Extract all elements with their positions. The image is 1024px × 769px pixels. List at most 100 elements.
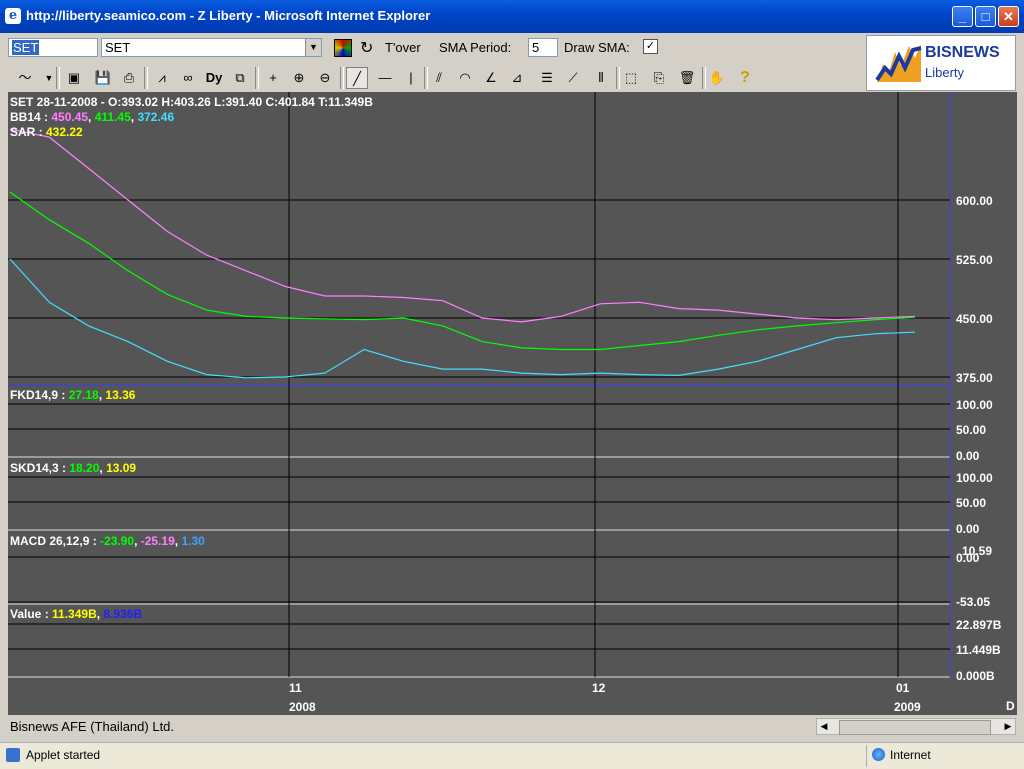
sar-label: SAR :	[10, 125, 46, 139]
skd-tick: 50.00	[956, 496, 986, 510]
zone-label: Internet	[890, 748, 931, 762]
help-icon[interactable]: ?	[734, 67, 756, 89]
svg-text:SKD14,3 : 18.20, 13.09: SKD14,3 : 18.20, 13.09	[10, 461, 136, 475]
status-text: Applet started	[26, 748, 101, 762]
scroll-right-icon[interactable]: ▶	[1001, 719, 1015, 734]
value-value-1: 11.349B	[52, 607, 97, 621]
bb-series-line-1	[9, 191, 916, 351]
x-month-label: 11	[289, 681, 302, 695]
x-year-label: 2008	[289, 700, 316, 714]
applet-icon	[6, 748, 20, 762]
fkd-value-1: 27.18	[69, 388, 99, 402]
value-value-2: 8.936B	[103, 607, 142, 621]
bb-series-line-0	[9, 128, 916, 323]
fkd-tick: 0.00	[956, 449, 980, 463]
dy-icon[interactable]: Dy	[203, 67, 225, 89]
minimize-button[interactable]: _	[952, 6, 973, 27]
fan-icon[interactable]: ∠	[480, 67, 502, 89]
line-style-icon[interactable]: 〜	[14, 67, 36, 89]
fkd-label: FKD14,9 :	[10, 388, 69, 402]
fkd-tick: 100.00	[956, 398, 993, 412]
macd-value-2: -25.19	[141, 534, 175, 548]
horizontal-line-icon[interactable]: —	[374, 67, 396, 89]
company-label: Bisnews AFE (Thailand) Ltd.	[10, 719, 175, 734]
bb-upper-value: 450.45	[51, 110, 88, 124]
price-tick: 600.00	[956, 194, 993, 208]
stock-chart[interactable]: 600.00 525.00 450.00 375.00 100.00 50.00…	[8, 92, 1017, 715]
value-tick: 11.449B	[956, 643, 1001, 657]
symbol-input[interactable]: SET	[8, 38, 98, 57]
color-grid-icon[interactable]	[334, 39, 352, 57]
horizontal-scrollbar[interactable]: ◀ ▶	[816, 718, 1016, 735]
vertical-line-icon[interactable]: |	[400, 67, 422, 89]
macd-label: MACD 26,12,9 :	[10, 534, 100, 548]
speed-line-icon[interactable]: ⊿	[506, 67, 528, 89]
bisnews-logo: BISNEWS Liberty	[866, 35, 1016, 91]
trendline-icon[interactable]: ╱	[346, 67, 368, 89]
svg-text:FKD14,9 : 27.18, 13.36: FKD14,9 : 27.18, 13.36	[10, 388, 136, 402]
macd-tick: 0.00	[956, 551, 980, 565]
price-tick: 375.00	[956, 371, 993, 385]
open-chart-icon[interactable]: ▣	[63, 67, 85, 89]
value-label: Value :	[10, 607, 52, 621]
bb-label: BB14 :	[10, 110, 51, 124]
globe-icon	[872, 748, 885, 761]
arc-icon[interactable]: ◠	[454, 67, 476, 89]
maximize-button[interactable]: □	[975, 6, 996, 27]
fkd-value-2: 13.36	[105, 388, 135, 402]
skd-tick: 100.00	[956, 471, 993, 485]
value-tick: 0.000B	[956, 669, 995, 683]
svg-text:Value : 11.349B, 8.936B: Value : 11.349B, 8.936B	[10, 607, 142, 621]
skd-tick: 0.00	[956, 522, 980, 536]
x-month-label: 01	[896, 681, 910, 695]
save-icon[interactable]: 💾	[92, 67, 114, 89]
status-bar: Applet started Internet	[0, 742, 1024, 769]
crosshair-icon[interactable]: +	[262, 67, 284, 89]
delete-all-icon[interactable]: 🗑	[676, 67, 698, 89]
ie-icon: e	[5, 8, 21, 24]
draw-sma-checkbox[interactable]: ✓	[643, 39, 658, 54]
logo-text: BISNEWS	[925, 44, 1000, 61]
indicator-icon[interactable]: ⩘	[151, 67, 173, 89]
print-icon[interactable]: ⎙	[118, 67, 140, 89]
window-icon[interactable]: ⧉	[229, 67, 251, 89]
window-title-bar: e http://liberty.seamico.com - Z Liberty…	[0, 0, 1024, 33]
channel-icon[interactable]: ⫽	[428, 67, 450, 89]
close-button[interactable]: ✕	[998, 6, 1019, 27]
value-tick: 22.897B	[956, 618, 1002, 632]
price-header: SET 28-11-2008 - O:393.02 H:403.26 L:391…	[10, 95, 373, 109]
symbol-select[interactable]: SET ▼	[101, 38, 322, 57]
select-icon[interactable]: ⬚	[620, 67, 642, 89]
sma-period-input[interactable]: 5	[528, 38, 558, 57]
macd-value-1: -23.90	[100, 534, 134, 548]
gann-icon[interactable]: ⟋	[562, 67, 584, 89]
price-tick: 450.00	[956, 312, 993, 326]
scroll-thumb[interactable]	[839, 720, 991, 735]
zoom-in-icon[interactable]: ⊕	[288, 67, 310, 89]
tover-label[interactable]: T'over	[385, 40, 421, 55]
hand-icon[interactable]: ✋	[706, 67, 728, 89]
svg-text:MACD 26,12,9 : -23.90, -25.19,: MACD 26,12,9 : -23.90, -25.19, 1.30	[10, 534, 205, 548]
svg-text:SAR : 432.22: SAR : 432.22	[10, 125, 83, 139]
sar-value: 432.22	[46, 125, 83, 139]
x-year-label: 2009	[894, 700, 921, 714]
macd-value-3: 1.30	[181, 534, 205, 548]
x-unit-label: D	[1006, 699, 1015, 713]
draw-sma-label: Draw SMA:	[564, 40, 630, 55]
skd-value-1: 18.20	[69, 461, 99, 475]
macd-tick: -53.05	[956, 595, 990, 609]
chevron-down-icon[interactable]: ▼	[305, 39, 321, 56]
copy-icon[interactable]: ⎘	[648, 67, 670, 89]
bb-mid-value: 411.45	[95, 110, 131, 124]
cycle-icon[interactable]: ⦀	[590, 67, 612, 89]
fibonacci-icon[interactable]: ☰	[536, 67, 558, 89]
refresh-icon[interactable]: ↻	[360, 38, 373, 58]
price-tick: 525.00	[956, 253, 993, 267]
bb-lower-value: 372.46	[137, 110, 174, 124]
pattern-icon[interactable]: ∞	[177, 67, 199, 89]
svg-text:BB14 : 450.45, 411.45, 372.46: BB14 : 450.45, 411.45, 372.46	[10, 110, 174, 124]
x-month-label: 12	[592, 681, 606, 695]
sma-period-label: SMA Period:	[439, 40, 512, 55]
scroll-left-icon[interactable]: ◀	[817, 719, 831, 734]
zoom-out-icon[interactable]: ⊖	[314, 67, 336, 89]
